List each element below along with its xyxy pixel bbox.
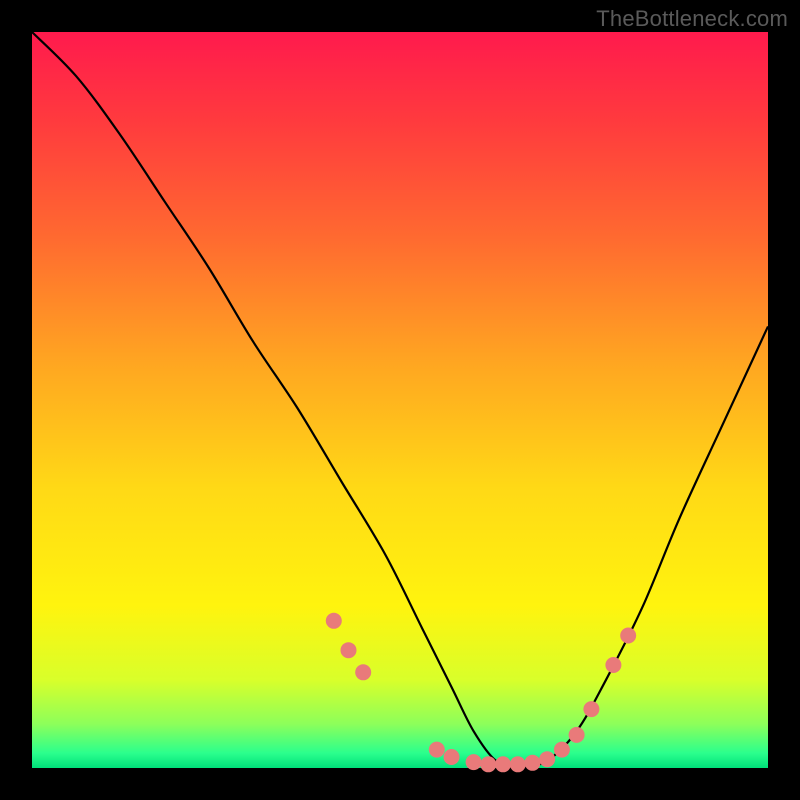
highlighted-points-group [326,613,636,773]
highlighted-point [510,756,526,772]
highlighted-point [554,742,570,758]
highlighted-point [466,754,482,770]
watermark-text: TheBottleneck.com [596,6,788,32]
bottleneck-curve-line [32,32,768,768]
bottleneck-chart [32,32,768,768]
highlighted-point [355,664,371,680]
highlighted-point [525,755,541,771]
highlighted-point [444,749,460,765]
highlighted-point [620,628,636,644]
highlighted-point [605,657,621,673]
highlighted-point [583,701,599,717]
highlighted-point [429,742,445,758]
highlighted-point [480,756,496,772]
highlighted-point [326,613,342,629]
highlighted-point [495,756,511,772]
highlighted-point [539,751,555,767]
highlighted-point [569,727,585,743]
highlighted-point [341,642,357,658]
